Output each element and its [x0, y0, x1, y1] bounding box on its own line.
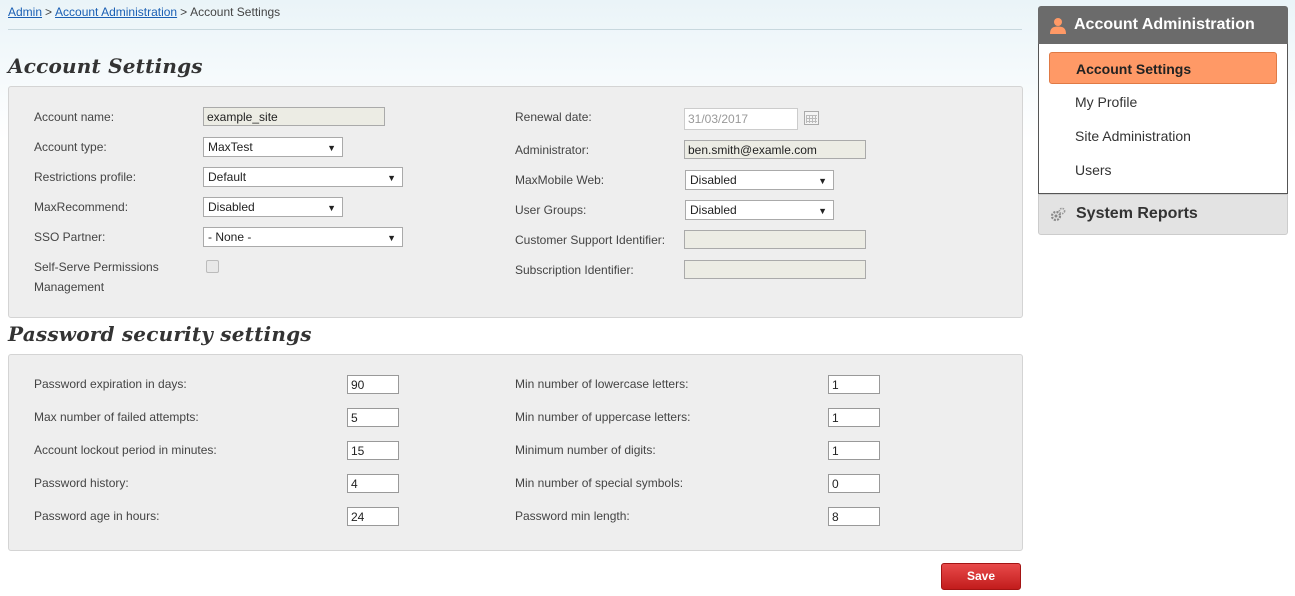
renewal-date-label: Renewal date: — [515, 110, 592, 124]
chevron-down-icon: ▼ — [387, 233, 396, 243]
account-name-label: Account name: — [34, 110, 115, 124]
restrictions-profile-select[interactable]: Default ▼ — [203, 167, 403, 187]
min-digits-input[interactable] — [828, 441, 880, 460]
restrictions-profile-label: Restrictions profile: — [34, 170, 137, 184]
max-failed-attempts-label: Max number of failed attempts: — [34, 410, 199, 424]
chevron-down-icon: ▼ — [818, 176, 827, 186]
breadcrumb-current: Account Settings — [190, 5, 281, 19]
self-serve-label-line2: Management — [34, 280, 105, 294]
customer-support-identifier-field[interactable] — [684, 230, 866, 249]
breadcrumb: Admin > Account Administration > Account Set… — [8, 5, 280, 19]
breadcrumb-link-account-administration[interactable]: Account Administration — [55, 5, 177, 19]
sso-partner-value: - None - — [208, 230, 252, 244]
restrictions-profile-value: Default — [208, 170, 247, 184]
calendar-icon[interactable] — [804, 111, 819, 125]
password-age-input[interactable] — [347, 507, 399, 526]
chevron-down-icon: ▼ — [327, 143, 336, 153]
user-groups-value: Disabled — [690, 203, 737, 217]
maxmobile-web-label: MaxMobile Web: — [515, 173, 605, 187]
system-reports-label: System Reports — [1076, 205, 1198, 222]
sidebar-header-label: Account Administration — [1074, 16, 1255, 33]
maxmobile-web-value: Disabled — [690, 173, 737, 187]
sidebar-header[interactable]: Account Administration — [1038, 6, 1288, 51]
max-failed-attempts-input[interactable] — [347, 408, 399, 427]
sidebar-item-site-administration[interactable]: Site Administration — [1049, 120, 1277, 152]
min-special-symbols-label: Min number of special symbols: — [515, 476, 684, 490]
user-groups-select[interactable]: Disabled ▼ — [685, 200, 834, 220]
self-serve-label: Self-Serve Permissions — [34, 260, 159, 274]
self-serve-checkbox[interactable] — [206, 260, 219, 273]
password-age-label: Password age in hours: — [34, 509, 160, 523]
sidebar-menu: Account Settings My Profile Site Adminis… — [1038, 44, 1288, 194]
lockout-period-label: Account lockout period in minutes: — [34, 443, 217, 457]
maxmobile-web-select[interactable]: Disabled ▼ — [685, 170, 834, 190]
customer-support-identifier-label: Customer Support Identifier: — [515, 233, 666, 247]
subscription-identifier-label: Subscription Identifier: — [515, 263, 634, 277]
maxrecommend-select[interactable]: Disabled ▼ — [203, 197, 343, 217]
gear-icon — [1050, 207, 1066, 222]
breadcrumb-link-admin[interactable]: Admin — [8, 5, 42, 19]
save-button[interactable]: Save — [941, 563, 1021, 590]
maxrecommend-value: Disabled — [208, 200, 255, 214]
password-history-input[interactable] — [347, 474, 399, 493]
administrator-label: Administrator: — [515, 143, 590, 157]
account-settings-title: Account Settings — [8, 54, 203, 78]
administrator-field[interactable] — [684, 140, 866, 159]
password-min-length-label: Password min length: — [515, 509, 630, 523]
min-digits-label: Minimum number of digits: — [515, 443, 656, 457]
min-special-symbols-input[interactable] — [828, 474, 880, 493]
account-type-value: MaxTest — [208, 140, 253, 154]
chevron-down-icon: ▼ — [818, 206, 827, 216]
password-security-title: Password security settings — [8, 322, 312, 346]
sidebar-item-my-profile[interactable]: My Profile — [1049, 86, 1277, 118]
password-expiration-label: Password expiration in days: — [34, 377, 187, 391]
min-lowercase-label: Min number of lowercase letters: — [515, 377, 689, 391]
maxrecommend-label: MaxRecommend: — [34, 200, 129, 214]
chevron-down-icon: ▼ — [327, 203, 336, 213]
sso-partner-label: SSO Partner: — [34, 230, 106, 244]
chevron-down-icon: ▼ — [387, 173, 396, 183]
sidebar-system-reports[interactable]: System Reports — [1038, 194, 1288, 235]
breadcrumb-separator: > — [45, 5, 53, 19]
user-icon — [1050, 18, 1066, 34]
subscription-identifier-field[interactable] — [684, 260, 866, 279]
password-security-panel: Password expiration in days: Max number … — [8, 354, 1023, 551]
password-history-label: Password history: — [34, 476, 129, 490]
min-uppercase-input[interactable] — [828, 408, 880, 427]
sso-partner-select[interactable]: - None - ▼ — [203, 227, 403, 247]
account-name-field[interactable] — [203, 107, 385, 126]
breadcrumb-separator: > — [180, 5, 188, 19]
min-uppercase-label: Min number of uppercase letters: — [515, 410, 691, 424]
renewal-date-field[interactable] — [684, 108, 798, 130]
sidebar-item-account-settings[interactable]: Account Settings — [1049, 52, 1277, 84]
account-type-label: Account type: — [34, 140, 107, 154]
min-lowercase-input[interactable] — [828, 375, 880, 394]
divider — [8, 29, 1022, 30]
password-min-length-input[interactable] — [828, 507, 880, 526]
account-settings-panel: Account name: Account type: MaxTest ▼ Re… — [8, 86, 1023, 318]
user-groups-label: User Groups: — [515, 203, 587, 217]
lockout-period-input[interactable] — [347, 441, 399, 460]
password-expiration-input[interactable] — [347, 375, 399, 394]
sidebar-item-users[interactable]: Users — [1049, 154, 1277, 186]
account-type-select[interactable]: MaxTest ▼ — [203, 137, 343, 157]
